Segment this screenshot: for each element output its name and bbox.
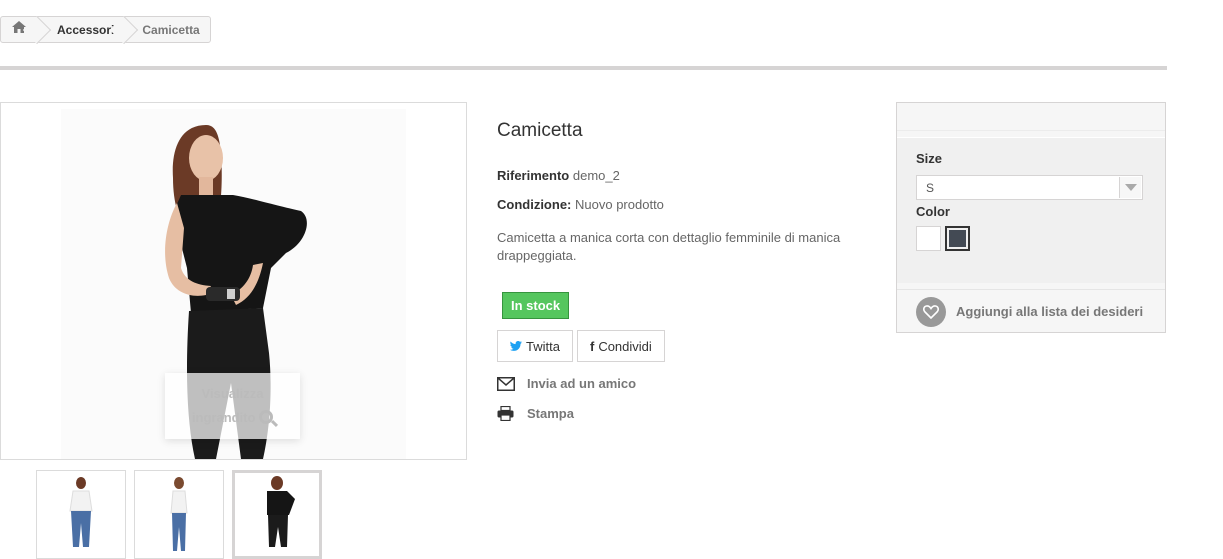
condition-value: Nuovo prodotto: [575, 197, 664, 212]
price-area: [897, 103, 1165, 131]
tweet-label: Twitta: [526, 338, 560, 354]
printer-icon: [497, 406, 515, 421]
social-buttons: Twitta f Condividi: [497, 330, 665, 362]
breadcrumb-home[interactable]: [1, 15, 52, 45]
product-condition: Condizione: Nuovo prodotto: [497, 197, 664, 212]
print-link[interactable]: Stampa: [497, 406, 574, 421]
reference-label: Riferimento: [497, 168, 570, 183]
color-swatch-white[interactable]: [916, 226, 941, 251]
size-selected-value: S: [926, 180, 935, 195]
product-title: Camicetta: [497, 120, 583, 141]
attributes-panel: Size S Color: [897, 137, 1165, 283]
tweet-button[interactable]: Twitta: [497, 330, 573, 362]
send-to-friend-link[interactable]: Invia ad un amico: [497, 376, 636, 391]
thumbnail-1[interactable]: [36, 470, 126, 559]
twitter-icon: [510, 339, 522, 354]
zoom-button[interactable]: Visualizza ingrandito: [165, 373, 300, 439]
send-to-friend-label: Invia ad un amico: [527, 376, 637, 391]
share-label: Condividi: [598, 338, 652, 354]
zoom-in-icon: [259, 410, 274, 424]
reference-value: demo_2: [572, 168, 620, 183]
heart-icon: [916, 296, 946, 327]
divider: [0, 66, 1167, 70]
wishlist-label: Aggiungi alla lista dei desideri: [956, 304, 1144, 319]
color-label: Color: [916, 204, 950, 219]
size-select[interactable]: S: [916, 175, 1143, 200]
product-reference: Riferimento demo_2: [497, 168, 620, 183]
product-options-box: Size S Color Aggiungi alla lista dei des…: [896, 102, 1166, 333]
size-label: Size: [916, 151, 943, 166]
thumbnail-2[interactable]: [134, 470, 224, 559]
envelope-icon: [497, 376, 515, 391]
color-swatch-dark[interactable]: [945, 226, 970, 251]
chevron-down-icon: [1119, 177, 1141, 198]
product-main-image[interactable]: Visualizza ingrandito: [0, 102, 467, 460]
breadcrumb: Accessori Camicetta: [0, 15, 211, 45]
facebook-icon: f: [589, 338, 595, 354]
condition-label: Condizione:: [497, 197, 572, 212]
stock-badge: In stock: [502, 292, 570, 319]
thumbnail-list: [36, 470, 322, 559]
thumbnail-3[interactable]: [232, 470, 322, 559]
zoom-label: Visualizza: [201, 386, 264, 401]
wishlist-button[interactable]: Aggiungi alla lista dei desideri: [897, 289, 1165, 333]
zoom-label-2: ingrandito: [191, 410, 256, 425]
share-button[interactable]: f Condividi: [576, 330, 665, 362]
print-label: Stampa: [527, 406, 574, 421]
product-description: Camicetta a manica corta con dettaglio f…: [497, 230, 841, 263]
